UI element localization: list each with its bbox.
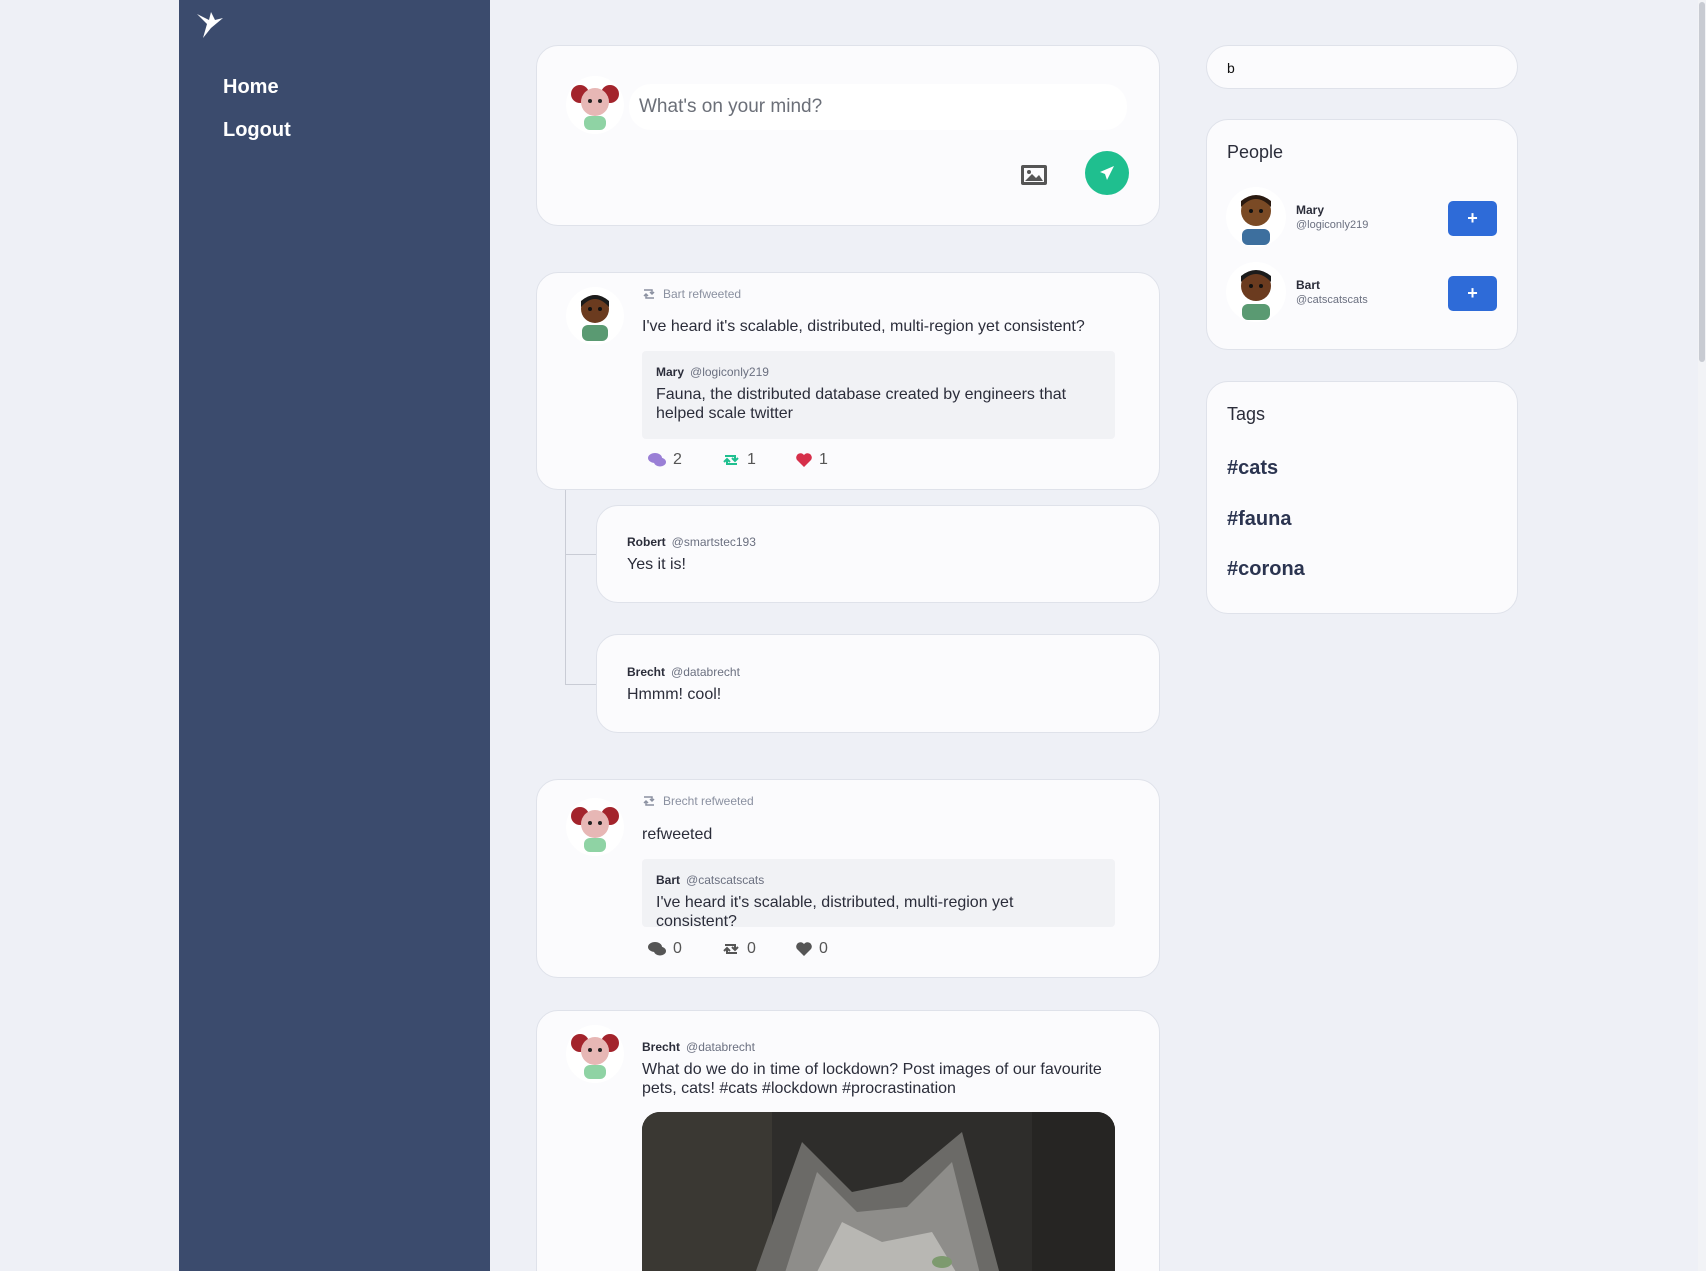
follow-button[interactable]: + bbox=[1448, 201, 1497, 236]
thread-connector bbox=[565, 554, 597, 555]
like-button[interactable]: 1 bbox=[795, 451, 869, 469]
tag-link[interactable]: #corona bbox=[1227, 558, 1305, 581]
quote-text: I've heard it's scalable, distributed, m… bbox=[656, 894, 1014, 930]
post-actions: 0 0 0 bbox=[647, 940, 869, 958]
avatar bbox=[566, 287, 624, 345]
composer-card: What's on your mind? bbox=[536, 45, 1160, 226]
thread-line bbox=[565, 490, 566, 685]
person-name[interactable]: Mary bbox=[1296, 203, 1324, 217]
quote-author-handle: @logiconly219 bbox=[690, 365, 769, 379]
people-title: People bbox=[1227, 142, 1284, 162]
reply-author-handle: @databrecht bbox=[671, 665, 740, 679]
scrollbar[interactable] bbox=[1698, 0, 1706, 1271]
quote-text: Fauna, the distributed database created … bbox=[656, 386, 1067, 422]
follow-button[interactable]: + bbox=[1448, 276, 1497, 311]
avatar bbox=[566, 798, 624, 856]
people-card: People Mary @logiconly219 + Bart @catsca… bbox=[1206, 119, 1518, 350]
person-handle: @logiconly219 bbox=[1296, 219, 1369, 231]
post-actions: 2 1 1 bbox=[647, 451, 869, 469]
bird-logo-icon[interactable] bbox=[193, 8, 227, 42]
comment-count: 0 bbox=[673, 940, 682, 957]
refweet-indicator: Bart refweeted bbox=[641, 287, 741, 301]
comment-icon bbox=[648, 942, 666, 956]
reply-author-name: Brecht bbox=[627, 665, 666, 679]
tags-title: Tags bbox=[1227, 404, 1266, 424]
comment-button[interactable]: 0 bbox=[647, 940, 721, 958]
post-text: I've heard it's scalable, distributed, m… bbox=[642, 318, 1085, 335]
reply-author-name: Robert bbox=[627, 535, 666, 549]
comment-icon bbox=[648, 453, 666, 467]
compose-input[interactable]: What's on your mind? bbox=[629, 84, 1127, 130]
like-count: 0 bbox=[819, 940, 828, 957]
avatar bbox=[1226, 262, 1286, 322]
tag-link[interactable]: #fauna bbox=[1227, 508, 1291, 531]
quote-author-name: Bart bbox=[656, 873, 681, 887]
tags-card: Tags #cats #fauna #corona bbox=[1206, 381, 1518, 614]
quoted-post[interactable]: Mary @logiconly219 Fauna, the distribute… bbox=[642, 351, 1115, 439]
heart-icon bbox=[796, 942, 812, 956]
post-card: Brecht refweeted refweeted Bart @catscat… bbox=[536, 779, 1160, 978]
post-text: refweeted bbox=[642, 826, 713, 843]
refweet-label: Brecht refweeted bbox=[663, 794, 754, 808]
refweet-count: 1 bbox=[747, 451, 756, 468]
reply-text: Hmmm! cool! bbox=[627, 686, 722, 703]
refweet-icon bbox=[643, 289, 655, 299]
comment-count: 2 bbox=[673, 451, 682, 468]
send-button[interactable] bbox=[1085, 151, 1129, 195]
scrollbar-thumb[interactable] bbox=[1699, 2, 1705, 362]
reply-card: Robert @smartstec193 Yes it is! bbox=[596, 505, 1160, 603]
reply-text: Yes it is! bbox=[627, 556, 686, 573]
refweet-icon bbox=[723, 944, 739, 954]
avatar bbox=[566, 76, 624, 134]
refweet-count: 0 bbox=[747, 940, 756, 957]
like-button[interactable]: 0 bbox=[795, 940, 869, 958]
quote-author-handle: @catscatscats bbox=[686, 873, 765, 887]
post-card: Bart refweeted I've heard it's scalable,… bbox=[536, 272, 1160, 490]
reply-card: Brecht @databrecht Hmmm! cool! bbox=[596, 634, 1160, 733]
avatar bbox=[566, 1025, 624, 1083]
nav-logout[interactable]: Logout bbox=[223, 119, 291, 142]
refweet-button[interactable]: 1 bbox=[721, 451, 795, 469]
thread-connector bbox=[565, 684, 597, 685]
avatar bbox=[1226, 187, 1286, 247]
post-text: What do we do in time of lockdown? Post … bbox=[642, 1061, 1102, 1097]
image-upload-icon[interactable] bbox=[1020, 164, 1048, 186]
refweet-label: Bart refweeted bbox=[663, 287, 742, 301]
refweet-indicator: Brecht refweeted bbox=[641, 794, 754, 808]
refweet-icon bbox=[723, 455, 739, 465]
tag-link[interactable]: #cats bbox=[1227, 457, 1278, 480]
post-image[interactable] bbox=[642, 1112, 1115, 1271]
quote-author-name: Mary bbox=[656, 365, 685, 379]
cat-photo-icon bbox=[642, 1112, 1115, 1271]
post-author-name: Brecht bbox=[642, 1040, 681, 1054]
search-input[interactable]: b bbox=[1206, 45, 1518, 89]
comment-button[interactable]: 2 bbox=[647, 451, 721, 469]
nav-home[interactable]: Home bbox=[223, 76, 279, 99]
refweet-button[interactable]: 0 bbox=[721, 940, 795, 958]
refweet-icon bbox=[643, 796, 655, 806]
quoted-post[interactable]: Bart @catscatscats I've heard it's scala… bbox=[642, 859, 1115, 930]
person-handle: @catscatscats bbox=[1296, 294, 1368, 306]
like-count: 1 bbox=[819, 451, 828, 468]
person-name[interactable]: Bart bbox=[1296, 278, 1320, 292]
sidebar: Home Logout bbox=[179, 0, 490, 1271]
post-author-handle: @databrecht bbox=[686, 1040, 755, 1054]
post-card: Brecht @databrecht What do we do in time… bbox=[536, 1010, 1160, 1271]
heart-icon bbox=[796, 453, 812, 467]
send-icon bbox=[1100, 166, 1114, 180]
reply-author-handle: @smartstec193 bbox=[671, 535, 756, 549]
